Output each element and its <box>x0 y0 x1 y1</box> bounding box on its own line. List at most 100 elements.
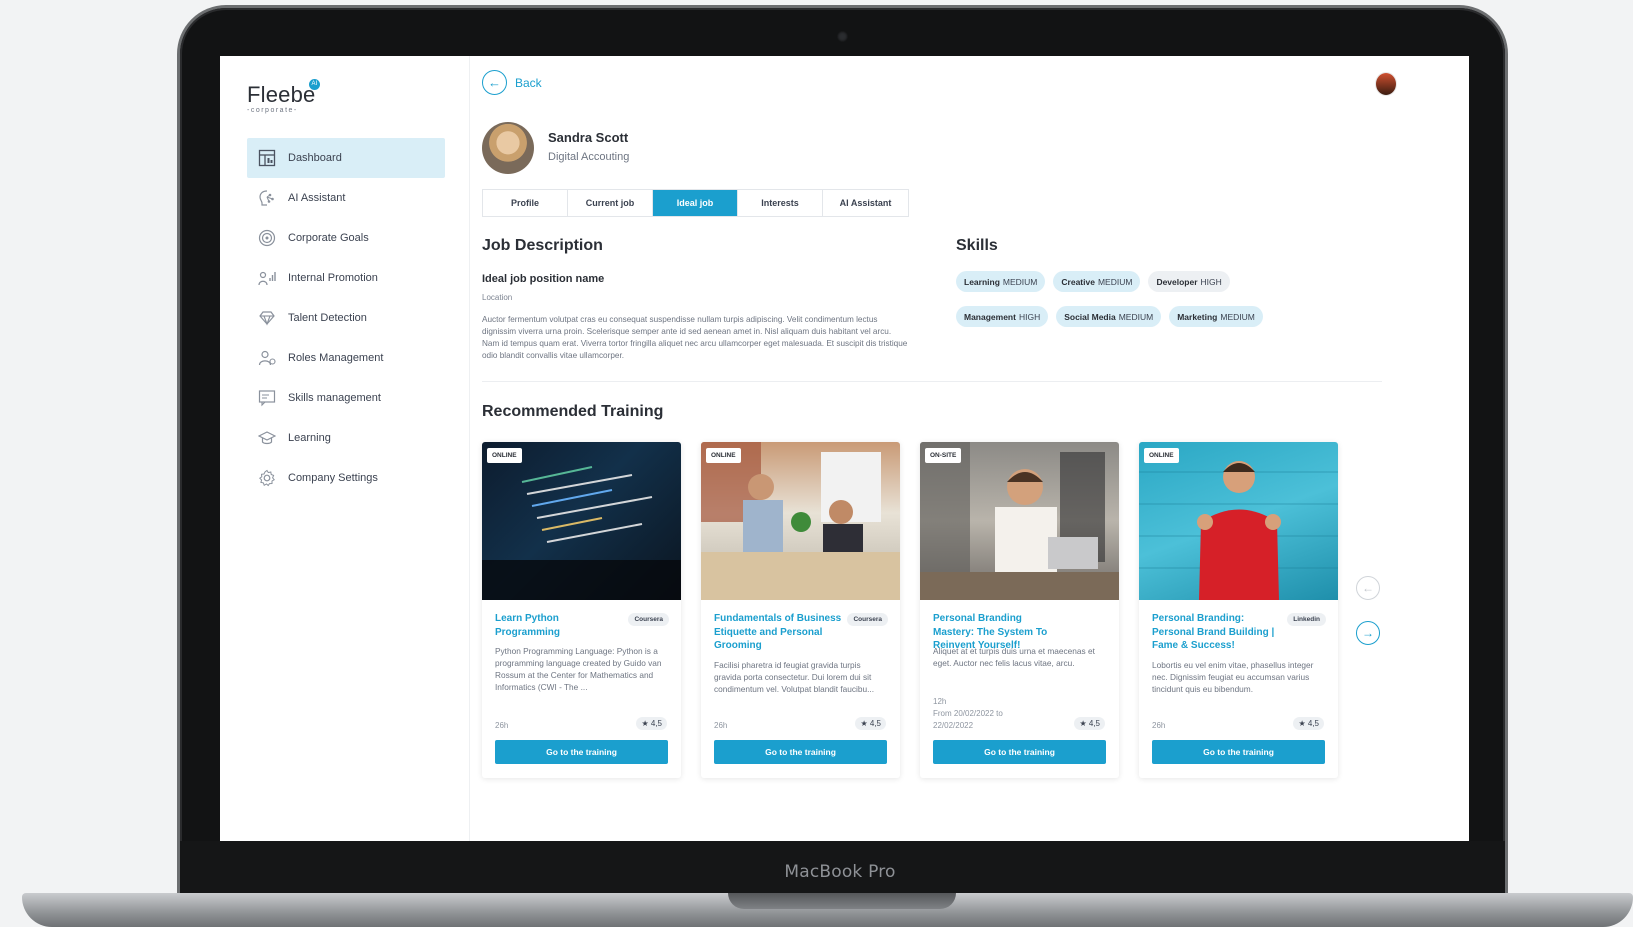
gear-icon <box>257 468 277 488</box>
dashboard-icon <box>257 148 277 168</box>
training-duration: 26h <box>714 721 728 730</box>
training-card[interactable]: ONLINE Personal Branding: Personal Brand… <box>1139 442 1338 778</box>
skill-name: Social Media <box>1064 311 1116 322</box>
brand-name: Fleebe <box>247 82 316 107</box>
sidebar-item-dashboard[interactable]: Dashboard <box>247 138 445 178</box>
skill-level: HIGH <box>1200 276 1222 287</box>
go-to-training-button[interactable]: Go to the training <box>714 740 887 764</box>
training-description: Lobortis eu vel enim vitae, phasellus in… <box>1152 660 1314 694</box>
rating-badge: ★ 4,5 <box>855 717 886 730</box>
training-card[interactable]: ONLINE Fundamentals of Business Etiquett… <box>701 442 900 778</box>
provider-badge: Coursera <box>628 613 669 626</box>
training-cards: ONLINE Learn Python Programming Coursera… <box>482 442 1338 778</box>
tab-current-job[interactable]: Current job <box>568 190 653 216</box>
training-title[interactable]: Learn Python Programming <box>495 612 623 639</box>
skill-name: Marketing <box>1177 311 1218 322</box>
skill-chip: Learning MEDIUM <box>956 271 1046 292</box>
delivery-mode-badge: ONLINE <box>706 448 741 463</box>
laptop-stage: Fleebe AI -corporate- Dashboard AI Assis… <box>0 0 1633 927</box>
skill-name: Management <box>964 311 1016 322</box>
diamond-icon <box>257 308 277 328</box>
sidebar-item-skills-management[interactable]: Skills management <box>247 378 445 418</box>
training-image-phone: ON-SITE <box>920 442 1119 600</box>
rating-badge: ★ 4,5 <box>1074 717 1105 730</box>
skill-chip: Management HIGH <box>956 306 1049 327</box>
profile-name: Sandra Scott <box>548 130 629 145</box>
skill-level: MEDIUM <box>1097 276 1133 287</box>
sidebar-item-corporate-goals[interactable]: Corporate Goals <box>247 218 445 258</box>
training-card[interactable]: ONLINE Learn Python Programming Coursera… <box>482 442 681 778</box>
rating-value: 4,5 <box>650 719 662 728</box>
arrow-left-icon: ← <box>482 70 507 95</box>
training-image-celebrating: ONLINE <box>1139 442 1338 600</box>
tab-ideal-job[interactable]: Ideal job <box>653 190 738 216</box>
brand-logo[interactable]: Fleebe AI <box>247 79 320 108</box>
job-description: Auctor fermentum volutpat cras eu conseq… <box>482 315 908 360</box>
star-icon: ★ <box>1298 719 1308 728</box>
carousel-next-button[interactable]: → <box>1356 621 1380 645</box>
back-button[interactable]: ← Back <box>482 70 542 95</box>
training-duration: 26h <box>495 721 509 730</box>
star-icon: ★ <box>860 719 870 728</box>
skills-list: Learning MEDIUM Creative MEDIUM Developer H… <box>956 271 1286 327</box>
training-description: Aliquet at et turpis duis urna et maecen… <box>933 646 1095 668</box>
recommended-training-heading: Recommended Training <box>482 403 664 420</box>
device-model-label: MacBook Pro <box>784 862 896 882</box>
sidebar-item-label: Learning <box>288 432 331 444</box>
sidebar-item-label: Skills management <box>288 392 381 404</box>
star-icon: ★ <box>641 719 651 728</box>
delivery-mode-badge: ONLINE <box>1144 448 1179 463</box>
carousel-prev-button[interactable]: ← <box>1356 576 1380 600</box>
profile-avatar <box>482 122 534 174</box>
training-image-office: ONLINE <box>701 442 900 600</box>
skill-level: MEDIUM <box>1002 276 1038 287</box>
star-icon: ★ <box>1079 719 1089 728</box>
ai-badge: AI <box>309 79 320 90</box>
camera-icon <box>837 31 848 42</box>
target-icon <box>257 228 277 248</box>
sidebar-item-internal-promotion[interactable]: Internal Promotion <box>247 258 445 298</box>
training-image-code: ONLINE <box>482 442 681 600</box>
tab-profile[interactable]: Profile <box>483 190 568 216</box>
sidebar-nav: Dashboard AI Assistant Corporate Goals I… <box>247 138 445 498</box>
sidebar-item-ai-assistant[interactable]: AI Assistant <box>247 178 445 218</box>
sidebar-item-label: Roles Management <box>288 352 384 364</box>
main-content: ← Back Sandra Scott Digital Accouting Pr… <box>471 56 1469 841</box>
training-card[interactable]: ON-SITE Personal Branding Mastery: The S… <box>920 442 1119 778</box>
training-title[interactable]: Personal Branding: Personal Brand Buildi… <box>1152 612 1280 653</box>
sidebar-item-talent-detection[interactable]: Talent Detection <box>247 298 445 338</box>
skills-icon <box>257 388 277 408</box>
skill-level: MEDIUM <box>1118 311 1154 322</box>
training-title[interactable]: Fundamentals of Business Etiquette and P… <box>714 612 842 653</box>
app-screen: Fleebe AI -corporate- Dashboard AI Assis… <box>220 56 1469 841</box>
job-position-name: Ideal job position name <box>482 273 605 285</box>
skill-chip: Social Media MEDIUM <box>1056 306 1162 327</box>
go-to-training-button[interactable]: Go to the training <box>933 740 1106 764</box>
rating-value: 4,5 <box>869 719 881 728</box>
sidebar-item-label: Dashboard <box>288 152 342 164</box>
tab-interests[interactable]: Interests <box>738 190 823 216</box>
skills-heading: Skills <box>956 237 998 254</box>
skill-name: Learning <box>964 276 1000 287</box>
provider-badge: Coursera <box>847 613 888 626</box>
sidebar-item-learning[interactable]: Learning <box>247 418 445 458</box>
sidebar-item-roles-management[interactable]: Roles Management <box>247 338 445 378</box>
tab-ai-assistant[interactable]: AI Assistant <box>823 190 908 216</box>
sidebar-item-company-settings[interactable]: Company Settings <box>247 458 445 498</box>
skill-level: HIGH <box>1018 311 1041 322</box>
sidebar-item-label: Internal Promotion <box>288 272 378 284</box>
skill-name: Developer <box>1156 276 1198 287</box>
ai-assistant-icon <box>257 188 277 208</box>
training-duration: 12h <box>933 697 947 706</box>
user-avatar[interactable] <box>1375 72 1397 96</box>
sidebar-item-label: Talent Detection <box>288 312 367 324</box>
skill-name: Creative <box>1061 276 1095 287</box>
training-description: Python Programming Language: Python is a… <box>495 646 662 692</box>
go-to-training-button[interactable]: Go to the training <box>1152 740 1325 764</box>
go-to-training-button[interactable]: Go to the training <box>495 740 668 764</box>
job-description-heading: Job Description <box>482 237 603 254</box>
brand-subtitle: -corporate- <box>247 107 298 114</box>
promotion-icon <box>257 268 277 288</box>
section-divider <box>482 381 1382 382</box>
rating-value: 4,5 <box>1307 719 1319 728</box>
